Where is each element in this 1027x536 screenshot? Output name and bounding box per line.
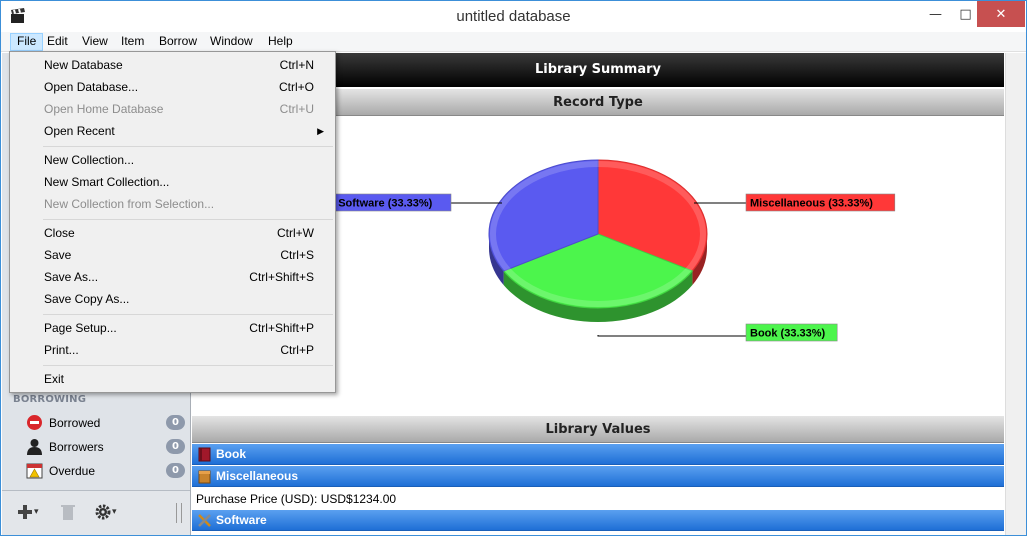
close-icon: ✕ <box>995 6 1007 22</box>
sidebar-section-borrowing: BORROWING <box>13 394 87 405</box>
trash-icon <box>61 505 75 520</box>
menu-separator <box>43 219 333 220</box>
menu-file[interactable]: File <box>10 33 44 51</box>
menu-item-label: New Database <box>44 58 123 72</box>
count-badge: 0 <box>166 415 185 430</box>
tools-icon <box>198 514 211 527</box>
menu-item-label: Open Database... <box>44 80 139 94</box>
box-icon <box>198 470 211 484</box>
menu-new-smart-collection[interactable]: New Smart Collection... <box>11 171 334 193</box>
maximize-icon: □ <box>959 6 972 22</box>
menu-item-shortcut: Ctrl+U <box>279 102 314 116</box>
menu-item-shortcut: Ctrl+Shift+P <box>249 321 314 335</box>
sidebar-toolbar: ▾ ▾ <box>2 490 190 535</box>
title-bar[interactable]: untitled database — □ ✕ <box>1 1 1026 32</box>
dropdown-arrow-icon: ▾ <box>34 507 39 517</box>
menu-item-label: New Collection... <box>44 153 135 167</box>
sidebar-item-overdue[interactable]: Overdue 0 <box>2 459 190 483</box>
menu-item-label: Save Copy As... <box>44 292 130 306</box>
submenu-arrow-icon: ▶ <box>317 126 324 136</box>
menu-item-label: Page Setup... <box>44 321 117 335</box>
gear-icon <box>95 504 111 520</box>
slice-label-book: Book (33.33%) <box>750 328 826 340</box>
menu-separator <box>43 146 333 147</box>
library-values-header: Library Values <box>192 416 1004 443</box>
resize-grip[interactable] <box>176 503 182 523</box>
menu-item-label: New Smart Collection... <box>44 175 170 189</box>
no-entry-icon <box>27 415 42 430</box>
menu-close[interactable]: Close Ctrl+W <box>11 222 334 244</box>
count-badge: 0 <box>166 439 185 454</box>
category-row-book[interactable]: Book <box>192 444 1004 465</box>
category-row-software[interactable]: Software <box>192 510 1004 531</box>
menu-item-shortcut: Ctrl+O <box>278 80 314 94</box>
menu-help[interactable]: Help <box>262 33 299 51</box>
menu-item-shortcut: Ctrl+N <box>279 58 314 72</box>
settings-button[interactable]: ▾ <box>94 501 117 523</box>
menu-item-label: Print... <box>44 343 79 357</box>
item-value-row[interactable]: Purchase Price (USD): USD$1234.00 <box>192 488 1004 511</box>
sidebar-item-label: Overdue <box>49 464 96 478</box>
menu-item-label: Open Recent <box>44 124 115 138</box>
sidebar-item-borrowers[interactable]: Borrowers 0 <box>2 435 190 459</box>
sidebar-item-label: Borrowers <box>49 440 104 454</box>
book-icon <box>198 447 211 462</box>
menu-edit[interactable]: Edit <box>41 33 74 51</box>
menu-item-shortcut: Ctrl+Shift+S <box>249 270 314 284</box>
menu-save-as[interactable]: Save As... Ctrl+Shift+S <box>11 266 334 288</box>
sidebar-item-label: Borrowed <box>49 416 101 430</box>
menu-new-collection-from-selection: New Collection from Selection... <box>11 193 334 215</box>
menu-item[interactable]: Item <box>115 33 150 51</box>
plus-icon <box>18 505 32 519</box>
menu-new-database[interactable]: New Database Ctrl+N <box>11 54 334 76</box>
menu-item-label: Exit <box>44 372 65 386</box>
category-label: Miscellaneous <box>216 469 299 483</box>
menu-save[interactable]: Save Ctrl+S <box>11 244 334 266</box>
menu-page-setup[interactable]: Page Setup... Ctrl+Shift+P <box>11 317 334 339</box>
calendar-warning-icon <box>26 463 43 479</box>
menu-separator <box>43 365 333 366</box>
menu-item-shortcut: Ctrl+S <box>280 248 314 262</box>
menu-exit[interactable]: Exit <box>11 368 334 390</box>
menu-window[interactable]: Window <box>204 33 259 51</box>
dropdown-arrow-icon: ▾ <box>112 507 117 517</box>
window-title: untitled database <box>456 8 571 25</box>
vertical-scrollbar[interactable] <box>1005 53 1026 535</box>
delete-collection-button[interactable] <box>60 501 76 523</box>
menu-item-shortcut: Ctrl+P <box>280 343 314 357</box>
menu-item-label: New Collection from Selection... <box>44 197 215 211</box>
category-row-miscellaneous[interactable]: Miscellaneous <box>192 466 1004 487</box>
person-icon <box>27 439 42 455</box>
menu-new-collection[interactable]: New Collection... <box>11 149 334 171</box>
menu-separator <box>43 314 333 315</box>
add-collection-button[interactable]: ▾ <box>16 501 39 523</box>
count-badge: 0 <box>166 463 185 478</box>
close-window-button[interactable]: ✕ <box>977 1 1025 27</box>
file-menu-dropdown: New Database Ctrl+N Open Database... Ctrl+… <box>9 51 336 393</box>
menu-item-shortcut: Ctrl+W <box>277 226 314 240</box>
menu-borrow[interactable]: Borrow <box>153 33 203 51</box>
menu-save-copy-as[interactable]: Save Copy As... <box>11 288 334 310</box>
menu-open-recent[interactable]: Open Recent ▶ <box>11 120 334 142</box>
menu-view[interactable]: View <box>76 33 114 51</box>
slice-label-software: Software (33.33%) <box>338 198 432 210</box>
menu-print[interactable]: Print... Ctrl+P <box>11 339 334 361</box>
app-window: untitled database — □ ✕ File Edit View I… <box>0 0 1027 536</box>
leader-line-book <box>597 335 746 337</box>
category-label: Book <box>216 447 246 461</box>
menu-item-label: Save As... <box>44 270 99 284</box>
menu-item-label: Save <box>44 248 72 262</box>
minimize-icon: — <box>929 6 942 22</box>
menu-open-home-database: Open Home Database Ctrl+U <box>11 98 334 120</box>
category-label: Software <box>216 513 267 527</box>
menu-item-label: Open Home Database <box>44 102 164 116</box>
sidebar-item-borrowed[interactable]: Borrowed 0 <box>2 411 190 435</box>
slice-label-miscellaneous: Miscellaneous (33.33%) <box>750 198 873 210</box>
menu-item-label: Close <box>44 226 75 240</box>
menu-open-database[interactable]: Open Database... Ctrl+O <box>11 76 334 98</box>
menu-bar: File Edit View Item Borrow Window Help <box>1 32 1026 52</box>
